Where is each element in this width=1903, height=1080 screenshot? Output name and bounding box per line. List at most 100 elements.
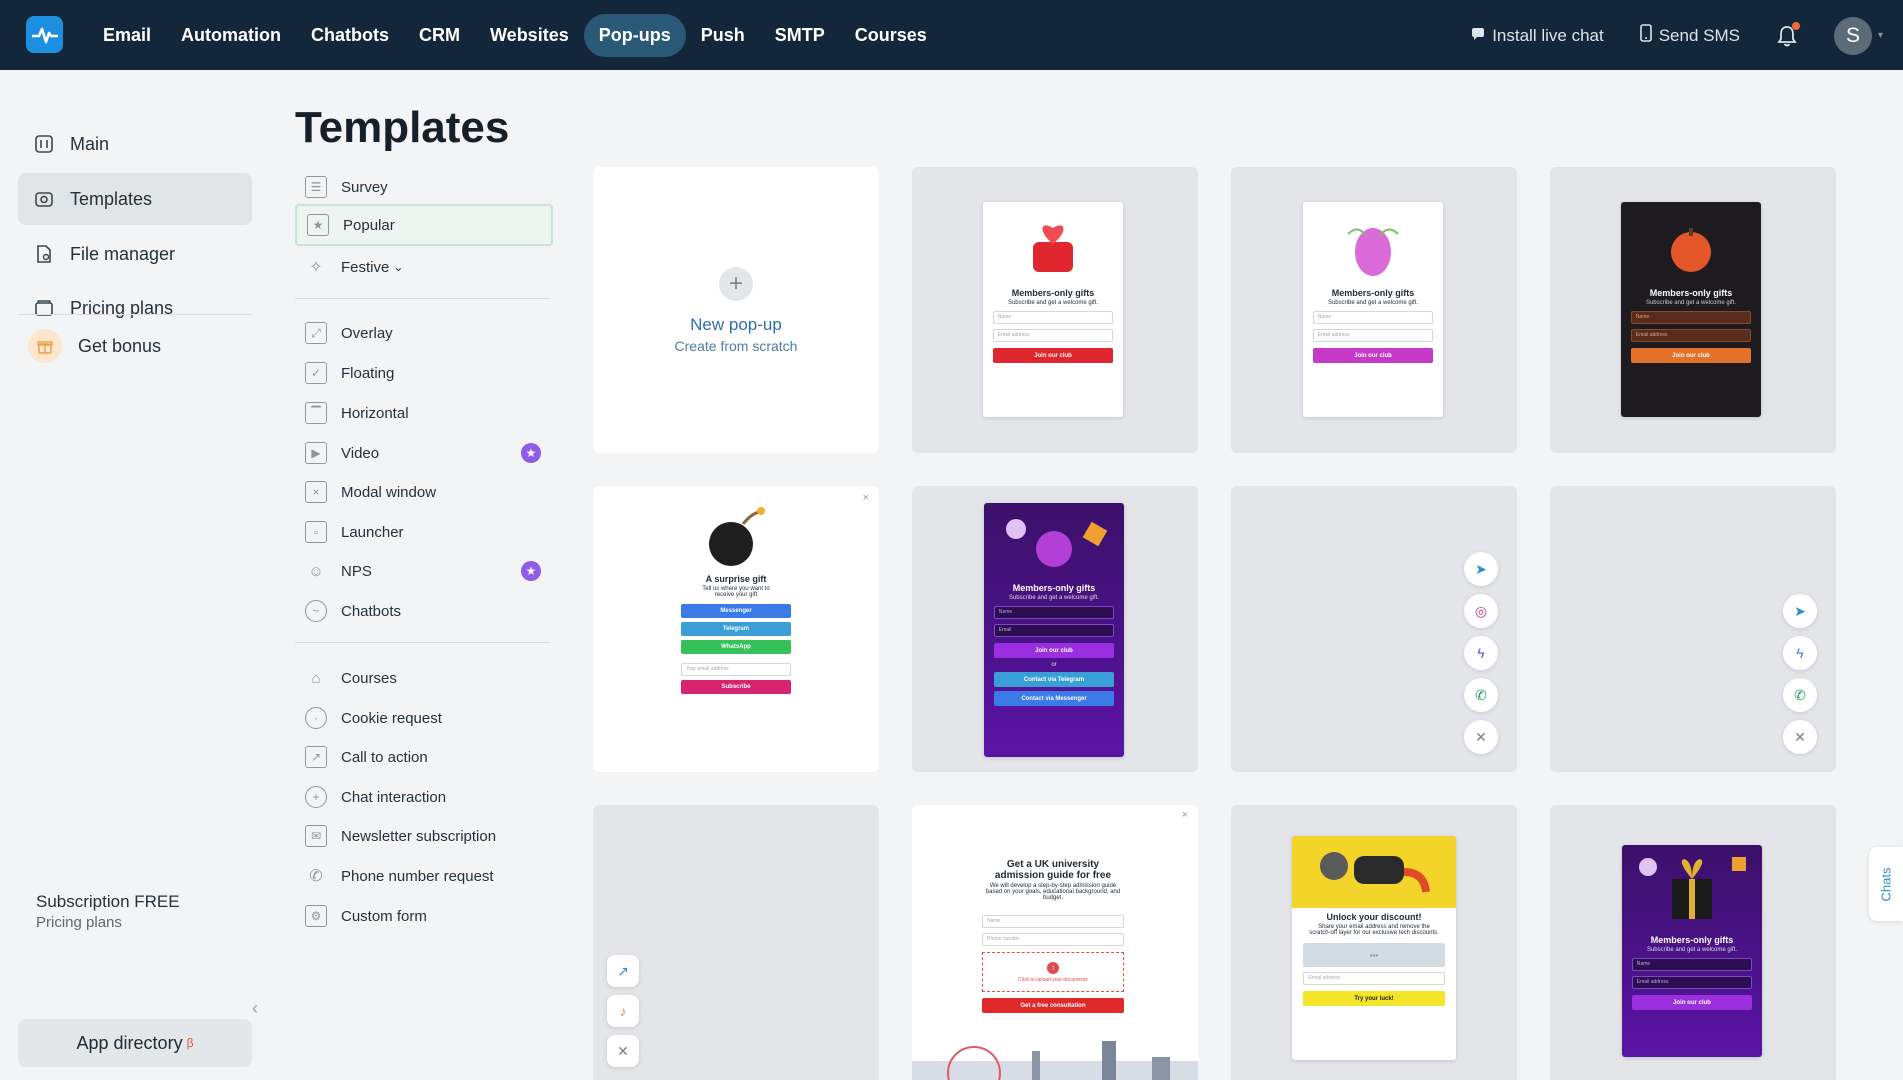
premium-badge-icon: ★ [521, 443, 541, 463]
nav-chatbots[interactable]: Chatbots [296, 14, 404, 57]
category-divider [295, 298, 550, 299]
category-call-to-action[interactable]: ↗ Call to action [295, 736, 553, 778]
category-courses[interactable]: ⌂ Courses [295, 657, 553, 699]
scratch-card: ▪▪▪ [1303, 943, 1445, 967]
vr-headset-icon [1320, 852, 1430, 893]
nav-popups[interactable]: Pop-ups [583, 14, 686, 57]
app-logo-icon[interactable] [26, 16, 63, 53]
category-label: Modal window [341, 483, 437, 501]
category-modal-window[interactable]: × Modal window [295, 471, 553, 513]
phone-icon: ✆ [309, 868, 323, 885]
template-card-chat-widget-vertical[interactable]: ➤ ◎ ϟ ✆ ✕ [1231, 486, 1517, 772]
launcher-button-column: ↗ ♪ ✕ [607, 955, 639, 1067]
video-icon: ▶ [305, 442, 327, 464]
send-sms-button[interactable]: Send SMS [1639, 24, 1740, 47]
preview-title: Members-only gifts [1649, 288, 1733, 298]
close-icon: ✕ [607, 1035, 639, 1067]
main-nav: Email Automation Chatbots CRM Websites P… [88, 14, 942, 57]
preview-title: A surprise gift [705, 574, 767, 584]
notifications-bell-icon[interactable] [1776, 21, 1800, 48]
template-card-chat-widget-compact[interactable]: ➤ ϟ ✆ ✕ [1550, 486, 1836, 772]
category-video[interactable]: ▶ Video ★ [295, 432, 553, 474]
preview-title: Members-only gifts [1650, 935, 1734, 945]
preview-email-field: Email address [1312, 329, 1434, 342]
instagram-icon: ◎ [1464, 594, 1498, 628]
category-popular[interactable]: ★ Popular [295, 204, 553, 246]
template-preview: Members-only gifts Subscribe and get a w… [1622, 845, 1762, 1057]
sidebar-item-templates[interactable]: Templates [18, 173, 252, 225]
dashboard-icon [34, 134, 54, 154]
category-label: Chat interaction [341, 788, 447, 806]
category-nps[interactable]: ☺ NPS ★ [295, 550, 553, 592]
modal-window-icon: × [305, 481, 327, 503]
category-phone-number-request[interactable]: ✆ Phone number request [295, 855, 553, 897]
floating-icon: ✓ [305, 362, 327, 384]
preview-join-button: Join our club [993, 643, 1115, 658]
template-card-easter[interactable]: Members-only gifts Subscribe and get a w… [1231, 167, 1517, 453]
category-survey[interactable]: ☰ Survey [295, 166, 553, 208]
call-to-action-icon: ↗ [305, 746, 327, 768]
category-launcher[interactable]: ▫ Launcher [295, 511, 553, 553]
user-menu[interactable]: S ▾ [1833, 16, 1883, 55]
collapse-sidebar-icon[interactable]: ‹ [252, 998, 258, 1019]
category-floating[interactable]: ✓ Floating [295, 352, 553, 394]
template-card-purple-gifts-2[interactable]: Members-only gifts Subscribe and get a w… [1550, 805, 1836, 1080]
template-preview: Members-only gifts Subscribe and get a w… [1621, 202, 1761, 417]
nav-push[interactable]: Push [686, 14, 760, 57]
category-label: Popular [343, 216, 395, 234]
graduation-cap-icon: ⌂ [311, 669, 321, 687]
category-chatbots[interactable]: ~ Chatbots [295, 590, 553, 632]
template-preview: Members-only gifts Subscribe and get a w… [983, 202, 1123, 417]
new-popup-card[interactable]: + New pop-up Create from scratch [593, 167, 879, 453]
sidebar-item-get-bonus[interactable]: Get bonus [18, 320, 252, 372]
category-horizontal[interactable]: ▔ Horizontal [295, 392, 553, 434]
sidebar-item-label: Pricing plans [70, 297, 174, 318]
category-label: Launcher [341, 523, 404, 541]
nav-automation[interactable]: Automation [166, 14, 296, 57]
preview-name-field: Name [1630, 311, 1752, 324]
nav-email[interactable]: Email [88, 14, 166, 57]
preview-email-field: Your email address [680, 663, 792, 676]
messenger-icon: ϟ [1464, 636, 1498, 670]
category-overlay[interactable]: ⤢ Overlay [295, 312, 553, 354]
nav-websites[interactable]: Websites [475, 14, 584, 57]
close-icon: × [862, 492, 869, 504]
whatsapp-icon: ✆ [1464, 678, 1498, 712]
category-festive[interactable]: ✧ Festive ⌄ [295, 246, 553, 288]
nav-smtp[interactable]: SMTP [760, 14, 840, 57]
pricing-plans-link[interactable]: Pricing plans [36, 914, 180, 931]
category-cookie-request[interactable]: · Cookie request [295, 697, 553, 739]
sidebar-item-label: Templates [70, 188, 153, 209]
horizontal-icon: ▔ [305, 402, 327, 424]
category-newsletter-subscription[interactable]: ✉ Newsletter subscription [295, 815, 553, 857]
template-card-uk-university[interactable]: × Get a UK university admission guide fo… [912, 805, 1198, 1080]
beta-badge: β [186, 1036, 194, 1050]
preview-telegram-button: Contact via Telegram [993, 672, 1115, 687]
preview-name-field: Name [1631, 958, 1753, 971]
category-chat-interaction[interactable]: + Chat interaction [295, 776, 553, 818]
external-link-icon: ↗ [607, 955, 639, 987]
preview-email-field: Email address [992, 329, 1114, 342]
close-icon: ✕ [1783, 720, 1817, 754]
template-card-halloween[interactable]: Members-only gifts Subscribe and get a w… [1550, 167, 1836, 453]
template-card-purple-gifts[interactable]: Members-only gifts Subscribe and get a w… [912, 486, 1198, 772]
category-label: Video [341, 444, 380, 462]
chats-side-tab[interactable]: Chats [1869, 847, 1903, 921]
nav-crm[interactable]: CRM [404, 14, 475, 57]
app-directory-button[interactable]: App directory β [18, 1019, 252, 1067]
install-live-chat-button[interactable]: Install live chat [1471, 26, 1604, 46]
sidebar-item-file-manager[interactable]: File manager [18, 228, 252, 280]
template-card-discount[interactable]: Unlock your discount! Share your email a… [1231, 805, 1517, 1080]
template-card-surprise-gift[interactable]: × A surprise gift Tell us where you want… [593, 486, 879, 772]
notification-dot [1791, 21, 1800, 30]
nav-courses[interactable]: Courses [840, 14, 942, 57]
preview-email-field: Email address [1631, 976, 1753, 989]
category-custom-form[interactable]: ⚙ Custom form [295, 895, 553, 937]
chat-channel-column: ➤ ◎ ϟ ✆ ✕ [1464, 552, 1498, 754]
chatbot-icon: ~ [305, 600, 327, 622]
premium-badge-icon: ★ [521, 561, 541, 581]
template-card-valentine[interactable]: Members-only gifts Subscribe and get a w… [912, 167, 1198, 453]
sidebar-item-main[interactable]: Main [18, 118, 252, 170]
template-card-launcher[interactable]: ↗ ♪ ✕ [593, 805, 879, 1080]
category-label: Cookie request [341, 709, 442, 727]
